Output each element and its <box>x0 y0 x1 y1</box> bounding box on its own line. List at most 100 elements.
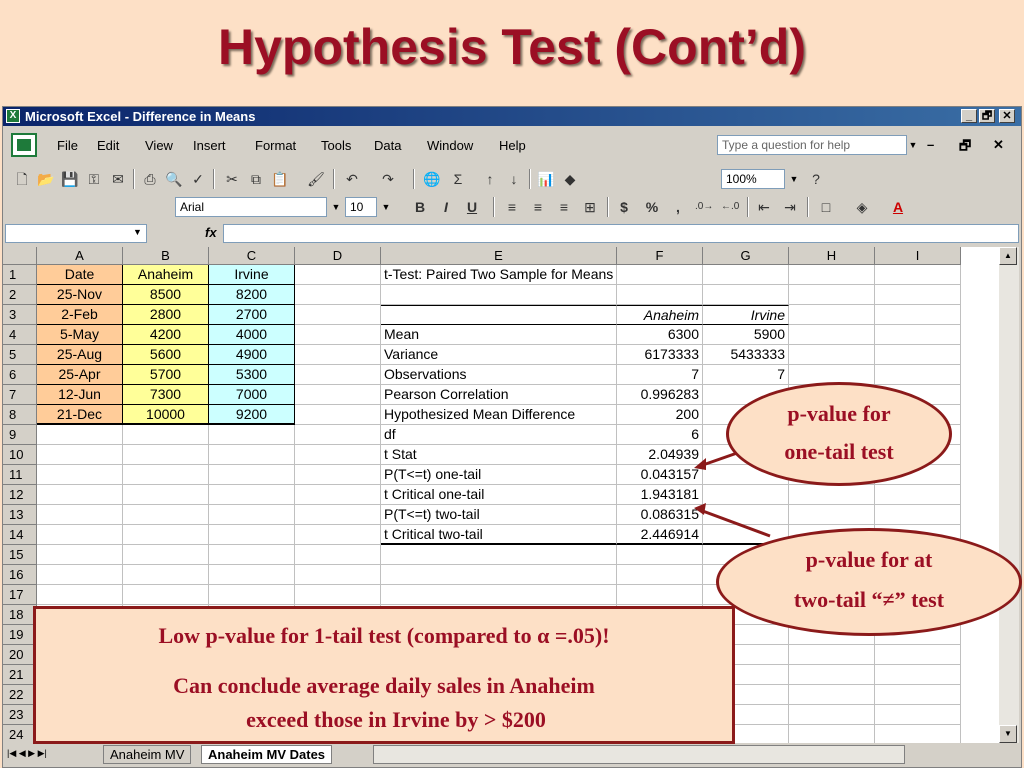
cell[interactable] <box>37 585 123 605</box>
tab-anaheim-mv-dates[interactable]: Anaheim MV Dates <box>201 745 333 764</box>
ttest-row-label[interactable]: Hypothesized Mean Difference <box>381 405 617 425</box>
ttest-value-irvine[interactable] <box>703 485 789 505</box>
cell[interactable] <box>209 425 295 445</box>
ttest-value-anaheim[interactable]: 7 <box>617 365 703 385</box>
cell[interactable] <box>123 545 209 565</box>
cell[interactable] <box>789 485 875 505</box>
cell[interactable] <box>789 305 875 325</box>
cell[interactable] <box>295 385 381 405</box>
data-cell[interactable]: 4200 <box>123 325 209 345</box>
data-cell[interactable]: 25-Nov <box>37 285 123 305</box>
row-header[interactable]: 16 <box>3 565 37 585</box>
cell[interactable] <box>209 565 295 585</box>
data-cell[interactable]: 2-Feb <box>37 305 123 325</box>
data-cell[interactable]: 5-May <box>37 325 123 345</box>
cell[interactable] <box>789 665 875 685</box>
cell[interactable] <box>295 545 381 565</box>
restore-button[interactable]: 🗗 <box>979 109 995 123</box>
ttest-value-anaheim[interactable]: 6300 <box>617 325 703 345</box>
menu-view[interactable]: View <box>145 138 173 153</box>
help-dropdown-icon[interactable]: ▼ <box>907 135 919 155</box>
cell[interactable] <box>295 445 381 465</box>
cell[interactable] <box>789 725 875 743</box>
row-header[interactable]: 21 <box>3 665 37 685</box>
row-header[interactable]: 5 <box>3 345 37 365</box>
cell[interactable] <box>875 705 961 725</box>
column-header[interactable]: A <box>37 247 123 265</box>
data-cell[interactable]: 4000 <box>209 325 295 345</box>
print-icon[interactable]: ⎙ <box>141 170 159 188</box>
cell[interactable] <box>875 645 961 665</box>
ttest-value-anaheim[interactable]: 0.043157 <box>617 465 703 485</box>
data-cell[interactable]: 25-Apr <box>37 365 123 385</box>
cell[interactable] <box>381 545 617 565</box>
percent-button[interactable]: % <box>643 198 661 216</box>
font-size-select[interactable]: 10 <box>345 197 377 217</box>
ttest-value-anaheim[interactable]: 6173333 <box>617 345 703 365</box>
menu-edit[interactable]: Edit <box>97 138 119 153</box>
cell[interactable] <box>875 265 961 285</box>
cell[interactable] <box>295 565 381 585</box>
cell[interactable] <box>295 265 381 285</box>
format-painter-icon[interactable]: 🖌 <box>307 170 325 188</box>
data-cell[interactable]: 2700 <box>209 305 295 325</box>
row-header[interactable]: 10 <box>3 445 37 465</box>
autosum-icon[interactable]: Σ <box>449 170 467 188</box>
ttest-row-label[interactable]: P(T<=t) two-tail <box>381 505 617 525</box>
row-header[interactable]: 2 <box>3 285 37 305</box>
ttest-header-blank[interactable] <box>381 305 617 325</box>
workbook-icon[interactable] <box>11 133 37 157</box>
scroll-up-icon[interactable]: ▲ <box>999 247 1017 265</box>
cell[interactable] <box>37 565 123 585</box>
cell[interactable] <box>381 565 617 585</box>
cell[interactable] <box>703 265 789 285</box>
data-cell[interactable]: 4900 <box>209 345 295 365</box>
cell[interactable] <box>875 505 961 525</box>
ttest-value-anaheim[interactable]: 2.446914 <box>617 525 703 545</box>
currency-button[interactable]: $ <box>615 198 633 216</box>
cell[interactable] <box>617 565 703 585</box>
cell[interactable] <box>617 545 703 565</box>
help-search-input[interactable]: Type a question for help <box>717 135 907 155</box>
column-header[interactable]: H <box>789 247 875 265</box>
row-header[interactable]: 13 <box>3 505 37 525</box>
row-header[interactable]: 15 <box>3 545 37 565</box>
ttest-row-label[interactable]: df <box>381 425 617 445</box>
menu-data[interactable]: Data <box>374 138 401 153</box>
row-header[interactable]: 24 <box>3 725 37 743</box>
close-button[interactable]: ✕ <box>999 109 1015 123</box>
menu-tools[interactable]: Tools <box>321 138 351 153</box>
cell[interactable] <box>617 585 703 605</box>
column-header[interactable]: E <box>381 247 617 265</box>
email-icon[interactable]: ✉ <box>109 170 127 188</box>
chart-wizard-icon[interactable]: 📊 <box>537 170 555 188</box>
tab-anaheim-mv[interactable]: Anaheim MV <box>103 745 192 764</box>
cell[interactable] <box>789 505 875 525</box>
redo-icon[interactable]: ↷ <box>379 170 397 188</box>
mdi-minimize-button[interactable]: – <box>927 137 934 152</box>
row-header[interactable]: 11 <box>3 465 37 485</box>
bold-button[interactable]: B <box>411 198 429 216</box>
cell[interactable] <box>123 585 209 605</box>
sort-descending-icon[interactable]: ↓ <box>505 170 523 188</box>
open-icon[interactable]: 📂 <box>37 170 55 188</box>
data-cell[interactable]: 8500 <box>123 285 209 305</box>
cell[interactable] <box>209 525 295 545</box>
cell[interactable] <box>875 305 961 325</box>
cell[interactable] <box>123 525 209 545</box>
row-header[interactable]: 8 <box>3 405 37 425</box>
data-cell[interactable]: 10000 <box>123 405 209 425</box>
cell[interactable] <box>789 705 875 725</box>
cell[interactable] <box>381 585 617 605</box>
mdi-restore-button[interactable]: 🗗 <box>959 137 971 159</box>
ttest-header-irvine[interactable]: Irvine <box>703 305 789 325</box>
sort-ascending-icon[interactable]: ↑ <box>481 170 499 188</box>
data-cell[interactable]: 21-Dec <box>37 405 123 425</box>
decrease-decimal-icon[interactable]: ←.0 <box>721 198 739 216</box>
cell[interactable] <box>123 425 209 445</box>
cell[interactable] <box>875 365 961 385</box>
ttest-value-anaheim[interactable]: 2.04939 <box>617 445 703 465</box>
align-left-icon[interactable]: ≡ <box>503 198 521 216</box>
row-header[interactable]: 19 <box>3 625 37 645</box>
ttest-row-label[interactable]: t Critical one-tail <box>381 485 617 505</box>
